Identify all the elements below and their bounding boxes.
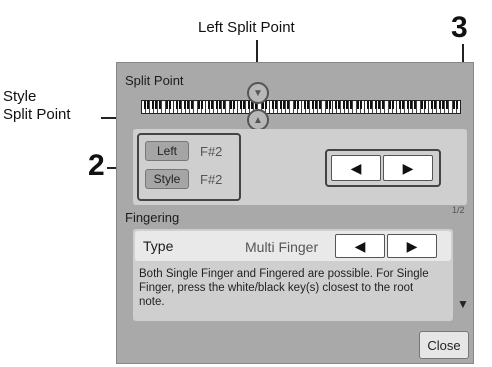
type-prev-button[interactable]: ◀: [335, 234, 385, 258]
style-split-marker-icon[interactable]: ▲: [247, 109, 269, 131]
callout-2: 2: [88, 149, 105, 182]
left-split-value: F#2: [200, 144, 223, 159]
split-fingering-screen: Split Point ▼ ▲ Left F#2 Style F#2 ◀ ▶ 1…: [116, 62, 474, 364]
style-button[interactable]: Style: [145, 169, 189, 189]
fingering-description: Both Single Finger and Fingered are poss…: [139, 268, 429, 308]
style-split-value: F#2: [200, 172, 223, 187]
type-next-button[interactable]: ▶: [387, 234, 437, 258]
split-prev-button[interactable]: ◀: [331, 155, 381, 181]
callout-3: 3: [451, 11, 468, 44]
type-value: Multi Finger: [245, 239, 319, 255]
close-button[interactable]: Close: [419, 331, 469, 359]
style-callout-line2: Split Point: [3, 106, 71, 123]
split-next-button[interactable]: ▶: [383, 155, 433, 181]
left-split-marker-icon[interactable]: ▼: [247, 82, 269, 104]
left-button[interactable]: Left: [145, 141, 189, 161]
fingering-title: Fingering: [125, 210, 180, 225]
split-point-title: Split Point: [125, 73, 184, 88]
type-label: Type: [143, 238, 174, 254]
scroll-down-icon[interactable]: ▼: [457, 297, 469, 311]
keyboard-graphic: [141, 100, 461, 114]
style-callout-line1: Style: [3, 88, 37, 105]
left-split-point-callout: Left Split Point: [198, 19, 295, 36]
page-indicator: 1/2: [452, 205, 465, 215]
